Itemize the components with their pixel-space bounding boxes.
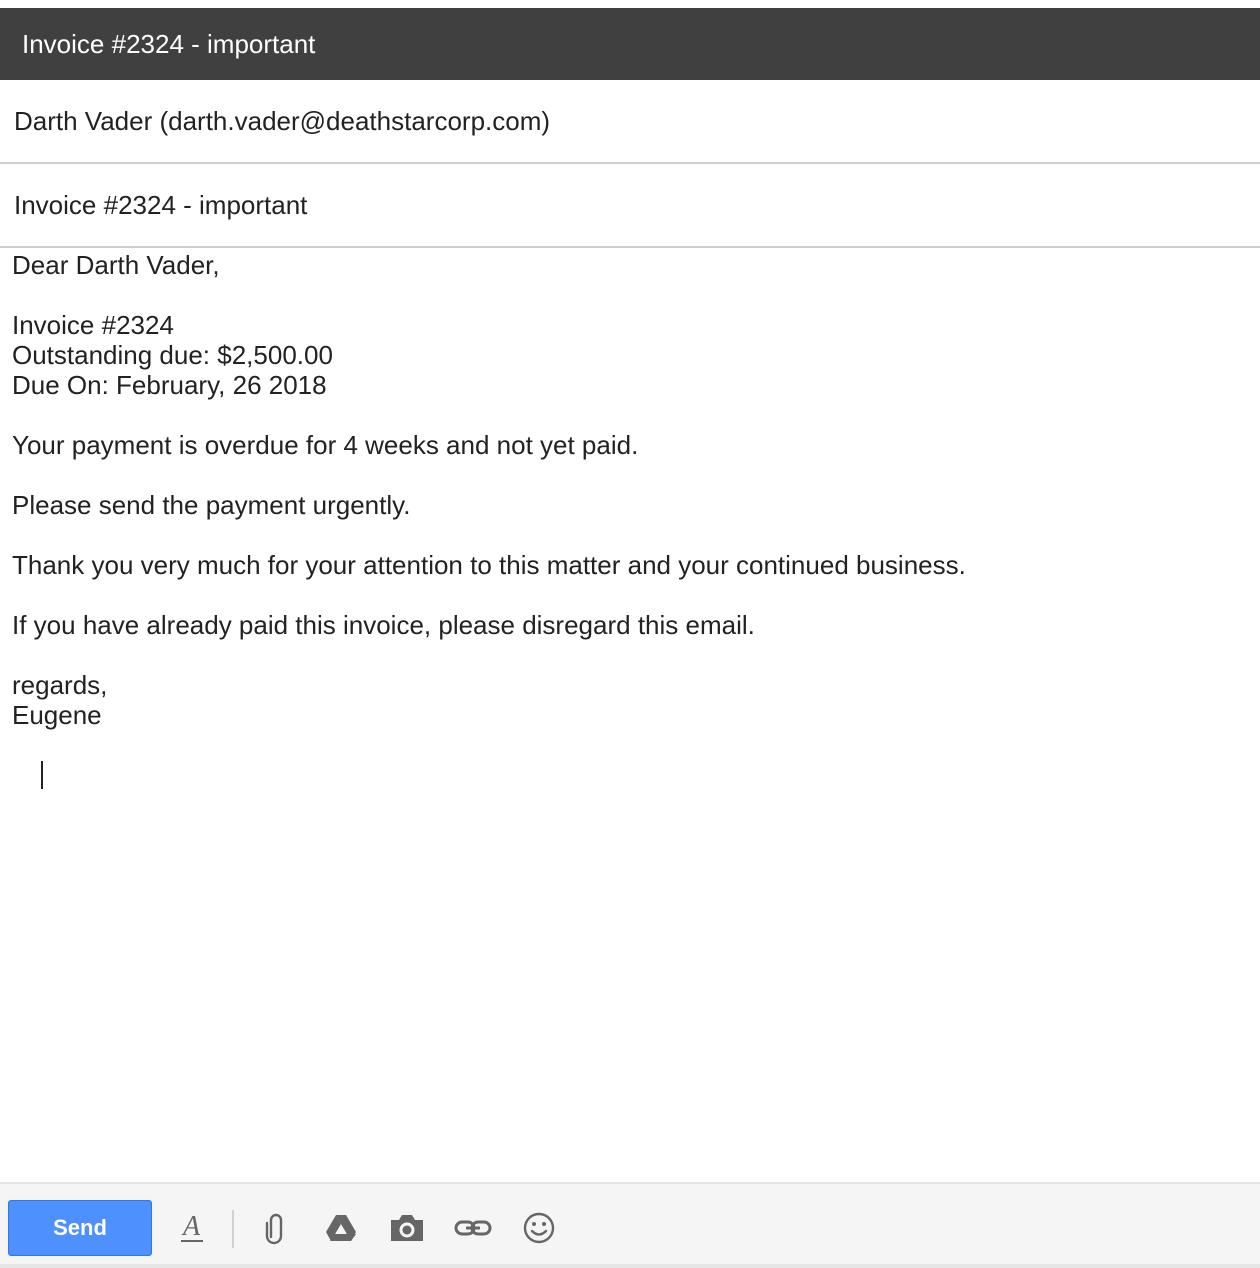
body-line xyxy=(12,400,1242,430)
formatting-icon: A xyxy=(181,1211,203,1242)
body-line: Eugene xyxy=(12,700,102,730)
body-line: regards, xyxy=(12,670,108,700)
body-line: Invoice #2324 xyxy=(12,310,174,340)
message-body[interactable]: Dear Darth Vader, Invoice #2324 Outstand… xyxy=(12,250,1242,1180)
compose-title: Invoice #2324 - important xyxy=(22,29,316,59)
body-line xyxy=(12,280,1242,310)
insert-photo-button[interactable] xyxy=(386,1208,428,1248)
svg-text:A: A xyxy=(181,1211,201,1242)
insert-link-button[interactable] xyxy=(452,1208,494,1248)
toolbar-divider xyxy=(232,1210,234,1248)
to-recipient[interactable]: Darth Vader (darth.vader@deathstarcorp.c… xyxy=(14,106,550,137)
compose-toolbar: Send A xyxy=(0,1182,1260,1268)
emoji-button[interactable] xyxy=(518,1208,560,1248)
subject-field[interactable]: Invoice #2324 - important xyxy=(0,164,1260,248)
window-top-strip xyxy=(0,0,1260,8)
body-line: Please send the payment urgently. xyxy=(12,490,411,520)
formatting-button[interactable]: A xyxy=(172,1208,214,1248)
body-line xyxy=(12,640,1242,670)
text-cursor-line xyxy=(12,730,1242,789)
camera-icon xyxy=(391,1215,423,1241)
attach-button[interactable] xyxy=(254,1208,296,1248)
compose-title-bar: Invoice #2324 - important xyxy=(0,8,1260,80)
body-line: Thank you very much for your attention t… xyxy=(12,550,966,580)
body-line: Dear Darth Vader, xyxy=(12,250,220,280)
text-cursor xyxy=(40,761,43,789)
body-line: Outstanding due: $2,500.00 xyxy=(12,340,333,370)
body-line: If you have already paid this invoice, p… xyxy=(12,610,755,640)
attachment-icon xyxy=(265,1213,283,1245)
body-line: Due On: February, 26 2018 xyxy=(12,370,327,400)
body-line xyxy=(12,580,1242,610)
body-line xyxy=(12,520,1242,550)
drive-icon xyxy=(326,1215,356,1241)
link-icon xyxy=(454,1220,492,1236)
to-field[interactable]: Darth Vader (darth.vader@deathstarcorp.c… xyxy=(0,80,1260,164)
drive-button[interactable] xyxy=(320,1208,362,1248)
body-line xyxy=(12,460,1242,490)
bottom-border xyxy=(0,1264,1260,1268)
subject-input[interactable]: Invoice #2324 - important xyxy=(14,190,307,221)
body-line: Your payment is overdue for 4 weeks and … xyxy=(12,430,639,460)
send-button[interactable]: Send xyxy=(8,1200,152,1256)
emoji-icon xyxy=(523,1212,555,1244)
